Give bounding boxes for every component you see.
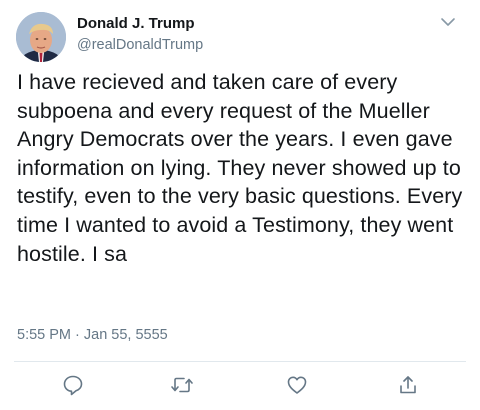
retweet-icon [171, 377, 193, 393]
tweet-timestamp[interactable]: 5:55 PM · Jan 55, 5555 [17, 325, 168, 345]
divider [14, 361, 466, 362]
tweet-card: Donald J. Trump @realDonaldTrump I have … [0, 0, 480, 410]
share-icon [400, 376, 416, 394]
tweet-text: I have recieved and taken care of every … [17, 70, 463, 266]
display-name[interactable]: Donald J. Trump [77, 14, 203, 34]
author-info[interactable]: Donald J. Trump @realDonaldTrump [77, 14, 203, 55]
retweet-button[interactable] [169, 373, 195, 397]
reply-button[interactable] [60, 373, 86, 397]
user-handle[interactable]: @realDonaldTrump [77, 35, 203, 55]
like-button[interactable] [284, 373, 310, 397]
chevron-down-icon[interactable] [438, 14, 458, 30]
heart-icon [287, 376, 307, 394]
avatar[interactable] [16, 12, 66, 62]
reply-icon [63, 375, 83, 396]
share-button[interactable] [395, 373, 421, 397]
avatar-image [16, 12, 66, 62]
